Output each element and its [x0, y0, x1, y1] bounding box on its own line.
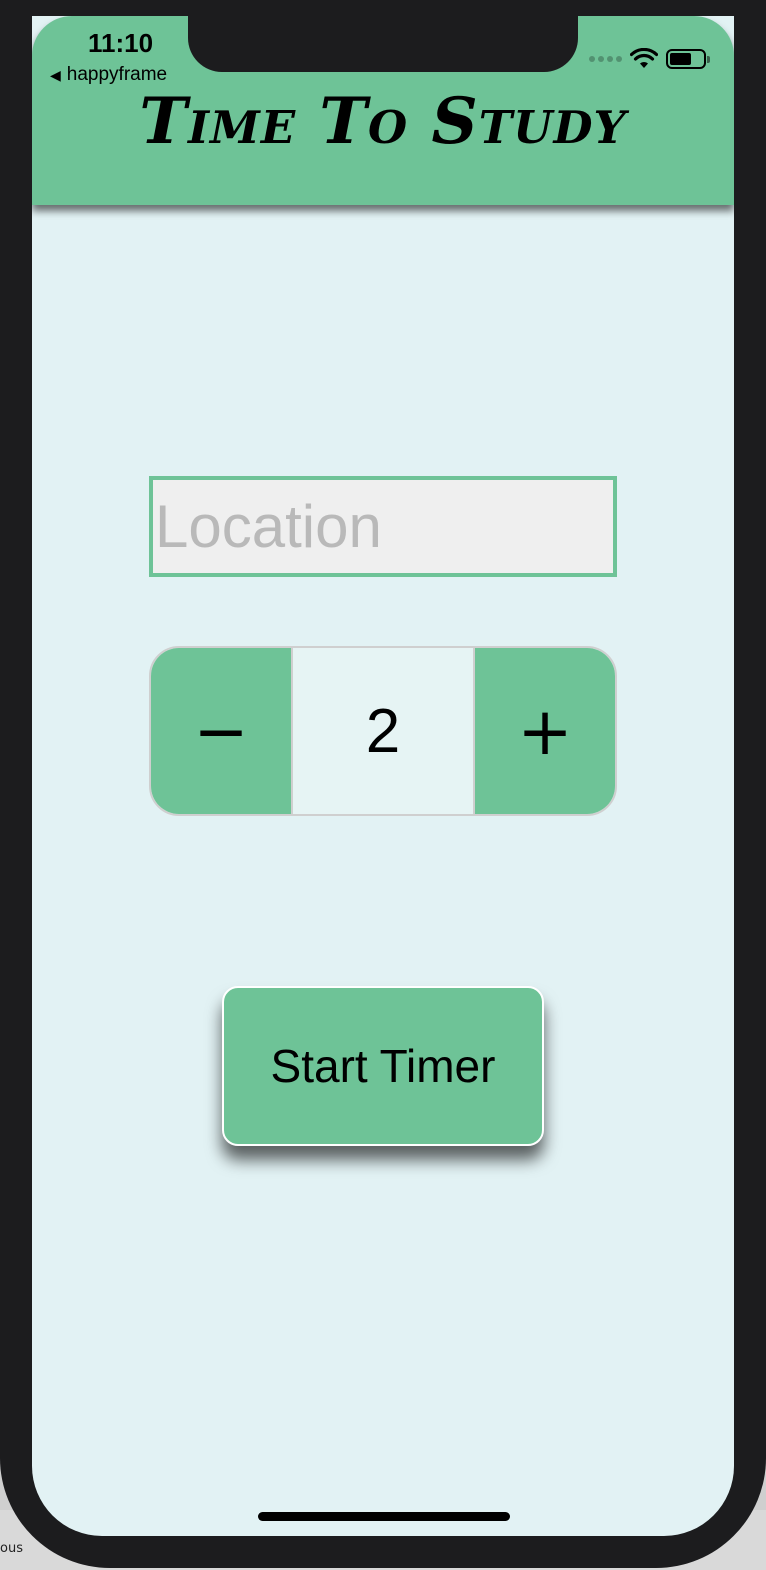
- duration-stepper: − 2 +: [149, 646, 617, 816]
- increment-button[interactable]: +: [475, 648, 615, 814]
- stepper-value: 2: [291, 648, 475, 814]
- cellular-signal-icon: [589, 56, 622, 62]
- location-input[interactable]: [153, 480, 613, 573]
- desktop-partial-label: ous: [0, 1541, 23, 1556]
- wifi-icon: [630, 48, 658, 68]
- location-field[interactable]: [149, 476, 617, 577]
- app-title: Time To Study: [139, 84, 627, 159]
- decrement-button[interactable]: −: [151, 648, 291, 814]
- battery-cap: [707, 56, 710, 63]
- battery-icon: [666, 49, 710, 69]
- device-notch: [188, 16, 578, 72]
- home-indicator: [258, 1512, 510, 1521]
- status-icons: [589, 46, 710, 72]
- battery-level: [670, 53, 691, 65]
- start-timer-button[interactable]: Start Timer: [222, 986, 544, 1146]
- back-to-app-link[interactable]: ◀ happyframe: [50, 64, 167, 86]
- app-screen: Time To Study 11:10 ◀ happyframe Locatio…: [32, 16, 734, 1536]
- back-app-label: happyframe: [66, 64, 168, 85]
- phone-frame: Time To Study 11:10 ◀ happyframe Locatio…: [0, 0, 766, 1568]
- status-time: 11:10: [88, 28, 154, 58]
- back-triangle-icon: ◀: [50, 67, 61, 83]
